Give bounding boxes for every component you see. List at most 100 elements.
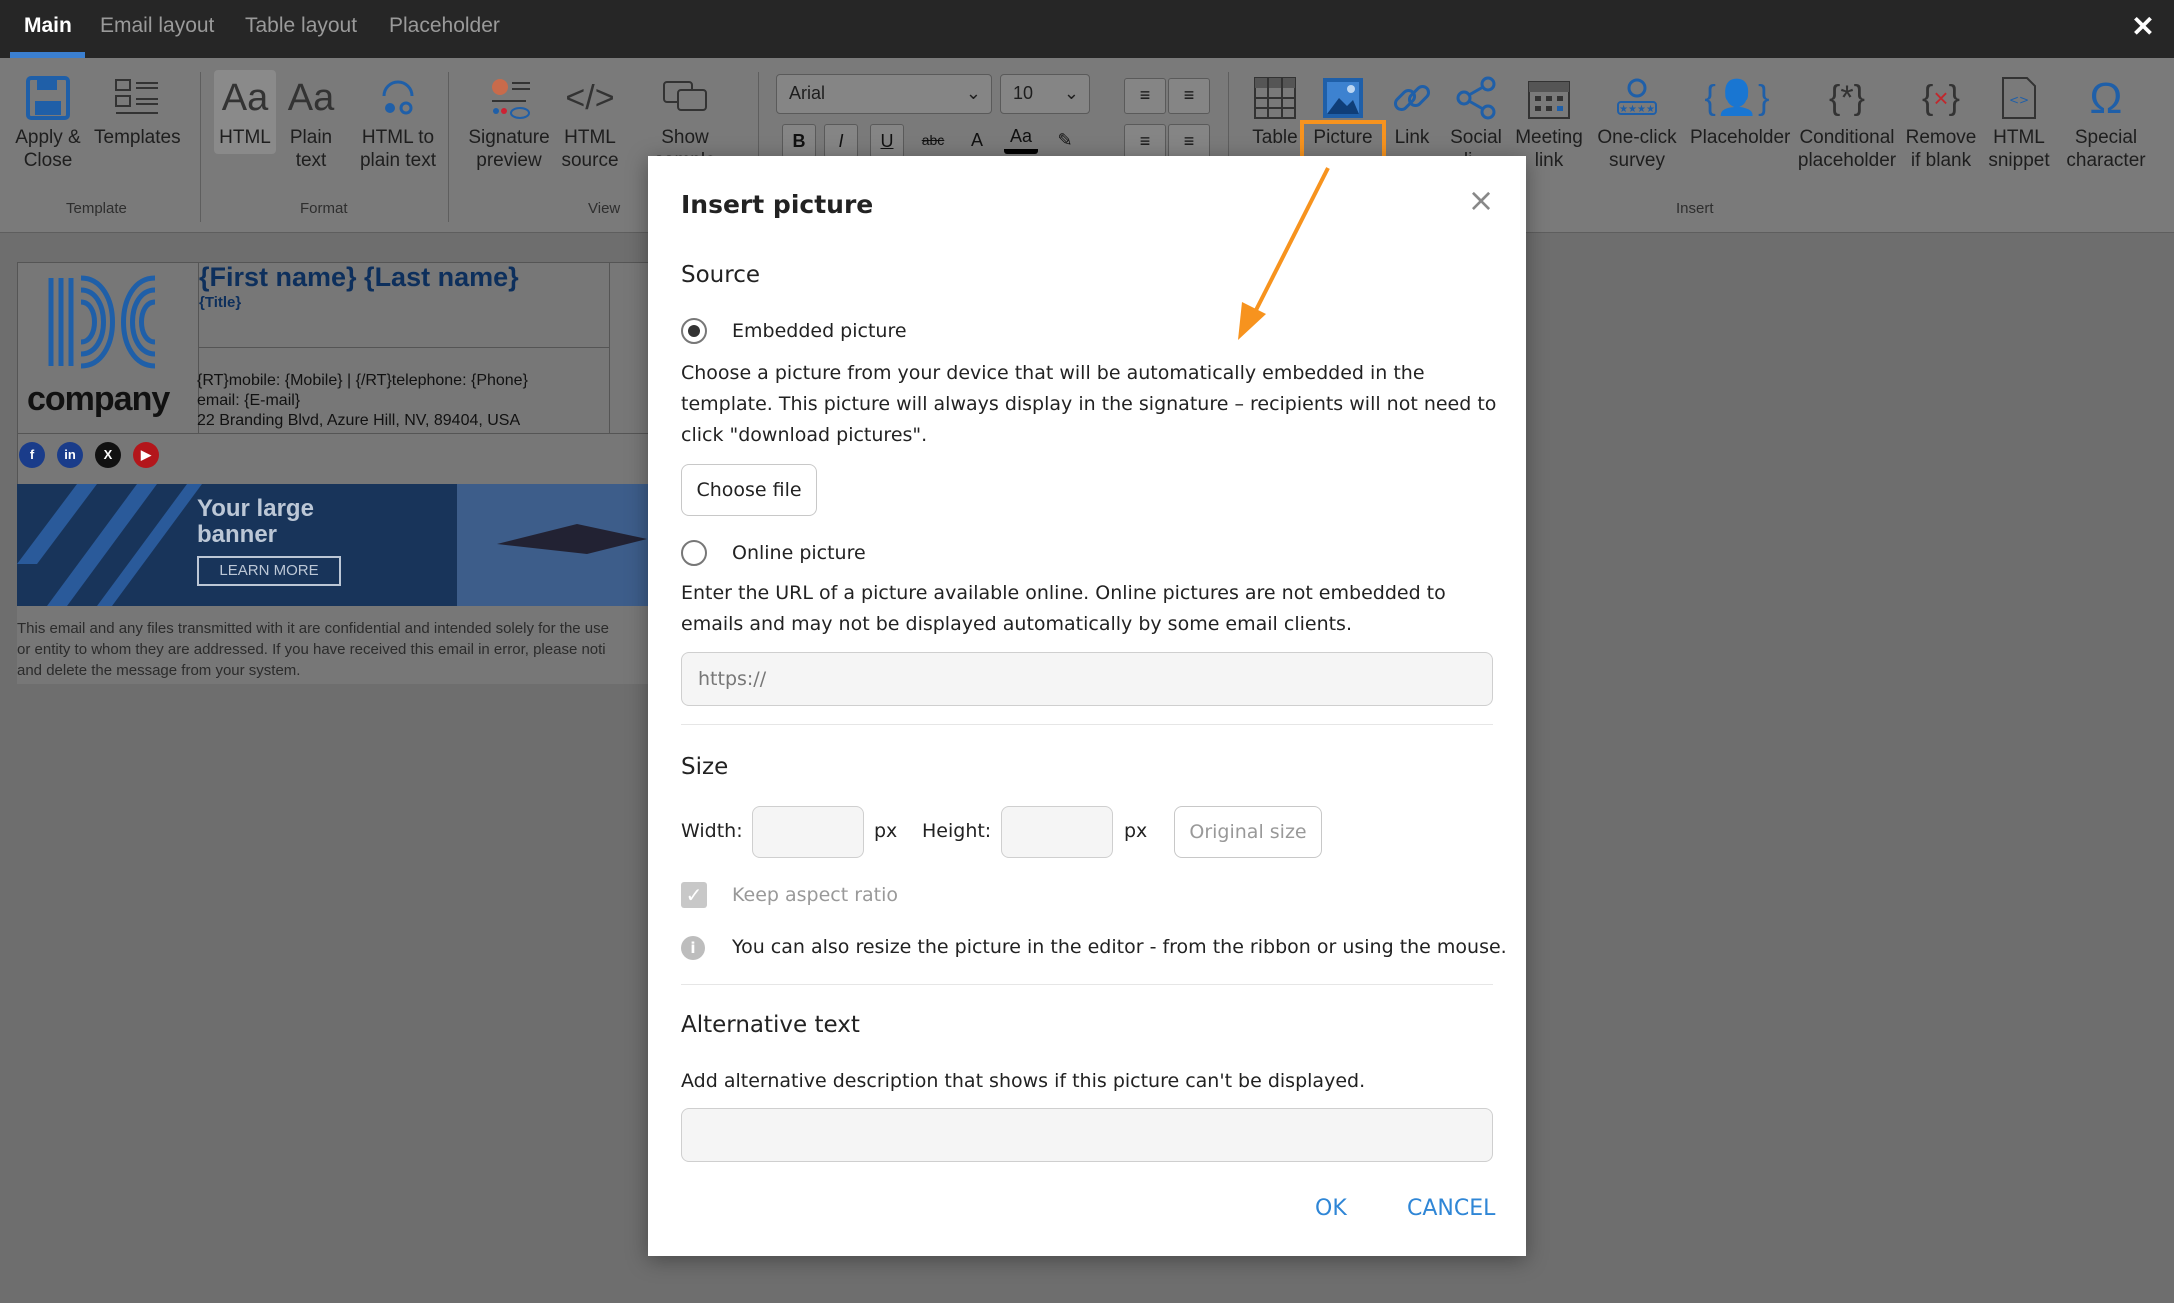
keep-aspect-checkbox[interactable]: ✓ [681, 882, 707, 908]
embedded-picture-radio[interactable] [681, 318, 707, 344]
original-size-button[interactable]: Original size [1174, 806, 1322, 858]
apply-close-button[interactable]: Apply & Close [12, 70, 84, 172]
placeholder-label: Placeholder [1690, 127, 1791, 148]
remove-if-blank-button[interactable]: {×} Remove if blank [1904, 70, 1978, 172]
justify-button[interactable]: ≡ [1168, 124, 1210, 160]
signature-disclaimer: This email and any files transmitted wit… [17, 618, 649, 681]
tab-email-layout[interactable]: Email layout [100, 14, 214, 38]
align-right-button[interactable]: ≡ [1124, 124, 1166, 160]
divider [681, 724, 1493, 725]
width-unit: px [874, 820, 898, 842]
url-input[interactable]: https:// [681, 652, 1493, 706]
conditional-placeholder-button[interactable]: {*} Conditional placeholder [1796, 70, 1898, 172]
align-center-icon: ≡ [1183, 85, 1195, 105]
facebook-icon: f [19, 442, 45, 468]
top-tab-bar: Main Email layout Table layout Placehold… [0, 0, 2174, 58]
link-button[interactable]: Link [1388, 70, 1436, 149]
html-label: HTML [219, 127, 271, 148]
signature-phone-line: {RT}mobile: {Mobile} | {/RT}telephone: {… [197, 372, 528, 389]
signature-email-line: email: {E-mail} [197, 392, 301, 409]
disclaimer-line: or entity to whom they are addressed. If… [17, 641, 606, 658]
html-snippet-label-2: snippet [1988, 150, 2050, 171]
resize-info-text: You can also resize the picture in the e… [732, 936, 1507, 958]
templates-button[interactable]: Templates [94, 70, 181, 149]
social-label-1: Social [1450, 127, 1502, 148]
close-icon[interactable]: ✕ [2130, 13, 2156, 41]
strikethrough-button[interactable]: abc [916, 124, 950, 158]
ok-button[interactable]: OK [1315, 1196, 1347, 1221]
table-button[interactable]: Table [1246, 70, 1304, 149]
plain-text-button[interactable]: Aa Plain text [282, 70, 340, 172]
alt-text-heading: Alternative text [681, 1012, 860, 1038]
special-character-label-1: Special [2074, 127, 2138, 148]
online-picture-label[interactable]: Online picture [732, 542, 866, 564]
signature-preview-button[interactable]: Signature preview [466, 70, 552, 172]
height-unit: px [1124, 820, 1148, 842]
signature-preview-area[interactable]: company {First name} {Last name} {Title}… [17, 262, 649, 684]
pen-button[interactable]: ✎ [1048, 124, 1082, 158]
templates-icon [94, 70, 180, 126]
embedded-picture-label[interactable]: Embedded picture [732, 320, 907, 342]
html-source-label-2: source [561, 150, 619, 171]
bold-button[interactable]: B [782, 124, 816, 158]
online-picture-radio[interactable] [681, 540, 707, 566]
tab-table-layout[interactable]: Table layout [245, 14, 357, 38]
divider [681, 984, 1493, 985]
one-click-survey-button[interactable]: ★★★★ One-click survey [1594, 70, 1680, 172]
signature-banner[interactable]: Your large banner LEARN MORE [17, 484, 649, 606]
signature-name: {First name} {Last name} [199, 262, 519, 292]
embedded-description: Choose a picture from your device that w… [681, 362, 1497, 446]
spacer-cell [609, 262, 649, 434]
html-to-plain-button[interactable]: HTML to plain text [350, 70, 446, 172]
cancel-button[interactable]: CANCEL [1407, 1196, 1495, 1221]
font-size-dropdown[interactable]: 10 ⌄ [1000, 74, 1090, 114]
html-format-button[interactable]: Aa HTML [214, 70, 276, 154]
link-label: Link [1394, 127, 1430, 148]
tab-main[interactable]: Main [24, 14, 72, 38]
remove-label-2: if blank [1910, 150, 1972, 171]
linkedin-icon: in [57, 442, 83, 468]
apply-close-label-2: Close [23, 150, 73, 171]
alt-text-input[interactable] [681, 1108, 1493, 1162]
font-color-button[interactable]: Aa [1004, 120, 1038, 154]
code-icon: </> [565, 78, 615, 117]
calendar-icon [1514, 70, 1584, 126]
group-label-template: Template [66, 200, 127, 217]
align-center-button[interactable]: ≡ [1168, 78, 1210, 114]
disclaimer-line: This email and any files transmitted wit… [17, 620, 609, 637]
banner-learn-more-button[interactable]: LEARN MORE [197, 556, 341, 586]
svg-text:<>: <> [2009, 93, 2029, 107]
align-left-button[interactable]: ≡ [1124, 78, 1166, 114]
company-logo-icon [48, 275, 156, 369]
group-label-view: View [588, 200, 621, 217]
html-source-button[interactable]: </> HTML source [556, 70, 624, 172]
plain-text-label-2: text [295, 150, 327, 171]
plain-aa-icon: Aa [287, 76, 335, 119]
font-family-dropdown[interactable]: Arial ⌄ [776, 74, 992, 114]
banner-title: Your large banner [197, 495, 314, 548]
group-label-insert: Insert [1676, 200, 1714, 217]
dialog-close-icon[interactable]: × [1466, 184, 1496, 216]
url-placeholder: https:// [698, 668, 767, 690]
conditional-label-1: Conditional [1799, 127, 1895, 148]
placeholder-icon: {👤} [1704, 78, 1770, 117]
picture-icon [1304, 70, 1382, 126]
ribbon-separator [448, 72, 449, 222]
company-logo-text: company [27, 380, 170, 418]
placeholder-button[interactable]: {👤} Placeholder [1690, 70, 1791, 149]
height-input[interactable] [1001, 806, 1113, 858]
special-character-button[interactable]: Ω Special character [2060, 70, 2152, 172]
html-snippet-button[interactable]: <> HTML snippet [1986, 70, 2052, 172]
highlight-button[interactable]: A [960, 124, 994, 158]
one-click-survey-label-1: One-click [1597, 127, 1677, 148]
choose-file-button[interactable]: Choose file [681, 464, 817, 516]
underline-button[interactable]: U [870, 124, 904, 158]
signature-preview-label-2: preview [476, 150, 542, 171]
italic-button[interactable]: I [824, 124, 858, 158]
chevron-down-icon: ⌄ [965, 83, 981, 103]
link-icon [1388, 70, 1436, 126]
highlight-icon: A [970, 130, 983, 150]
meeting-link-label-1: Meeting [1515, 127, 1583, 148]
tab-placeholder[interactable]: Placeholder [389, 14, 500, 38]
width-input[interactable] [752, 806, 864, 858]
